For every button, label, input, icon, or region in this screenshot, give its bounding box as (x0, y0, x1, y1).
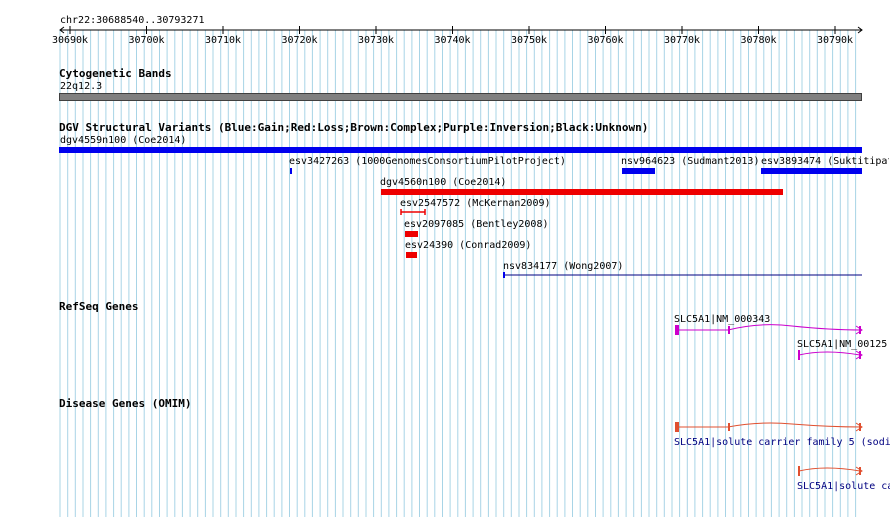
ruler-tick-label: 30690k (51, 35, 89, 46)
variant-bar-gain[interactable] (290, 168, 292, 174)
omim-gene-label[interactable]: SLC5A1|solute carrier family 5 (sodi (674, 437, 890, 448)
omim-gene-model[interactable] (670, 419, 870, 435)
variant-label: esv3427263 (1000GenomesConsortiumPilotPr… (289, 156, 566, 167)
variant-bar-loss[interactable] (406, 252, 417, 258)
ruler-tick-label: 30760k (587, 35, 624, 46)
ruler-axis (59, 26, 863, 34)
ruler-tick-label: 30770k (663, 35, 701, 46)
omim-gene-label[interactable]: SLC5A1|solute ca (797, 481, 890, 492)
variant-label: dgv4560n100 (Coe2014) (380, 177, 507, 188)
ruler-tick-label: 30710k (204, 35, 242, 46)
genome-browser-view: chr22:30688540..30793271 30690k 30700k 307… (0, 0, 890, 517)
gene-model-slc5a1-isoform[interactable] (795, 347, 870, 363)
variant-bar-gain[interactable] (761, 168, 862, 174)
variant-bar-gain[interactable] (622, 168, 655, 174)
cytoband-label: 22q12.3 (60, 81, 103, 92)
omim-track-title: Disease Genes (OMIM) (59, 397, 192, 410)
variant-bar-gain[interactable] (59, 147, 862, 153)
cytoband-bar[interactable] (59, 93, 862, 101)
variant-bar-loss-small[interactable] (400, 208, 426, 216)
ruler-tick-label: 30750k (510, 35, 548, 46)
ruler-tick-label: 30790k (816, 35, 854, 46)
variant-bar-loss[interactable] (381, 189, 783, 195)
ruler-tick-label: 30780k (740, 35, 777, 46)
omim-gene-model-isoform[interactable] (795, 463, 870, 479)
variant-label: esv24390 (Conrad2009) (405, 240, 532, 251)
cytobands-track-title: Cytogenetic Bands (59, 67, 172, 80)
variant-label: nsv834177 (Wong2007) (503, 261, 624, 272)
variant-label: nsv964623 (Sudmant2013) (621, 156, 760, 167)
ruler-tick-label: 30720k (281, 35, 318, 46)
variant-bar-loss[interactable] (405, 231, 418, 237)
variant-bar-gain-thin[interactable] (503, 272, 863, 280)
refseq-track-title: RefSeq Genes (59, 300, 139, 313)
variant-label: dgv4559n100 (Coe2014) (60, 135, 187, 146)
ruler-tick-label: 30740k (434, 35, 471, 46)
ruler-tick-label: 30730k (357, 35, 395, 46)
ruler-tick-label: 30700k (128, 35, 165, 46)
variant-label: esv3893474 (Suktitipat (761, 156, 889, 167)
variant-label: esv2097085 (Bentley2008) (404, 219, 549, 230)
dgv-track-title: DGV Structural Variants (Blue:Gain;Red:L… (59, 121, 649, 134)
gene-model-slc5a1[interactable] (670, 322, 870, 338)
